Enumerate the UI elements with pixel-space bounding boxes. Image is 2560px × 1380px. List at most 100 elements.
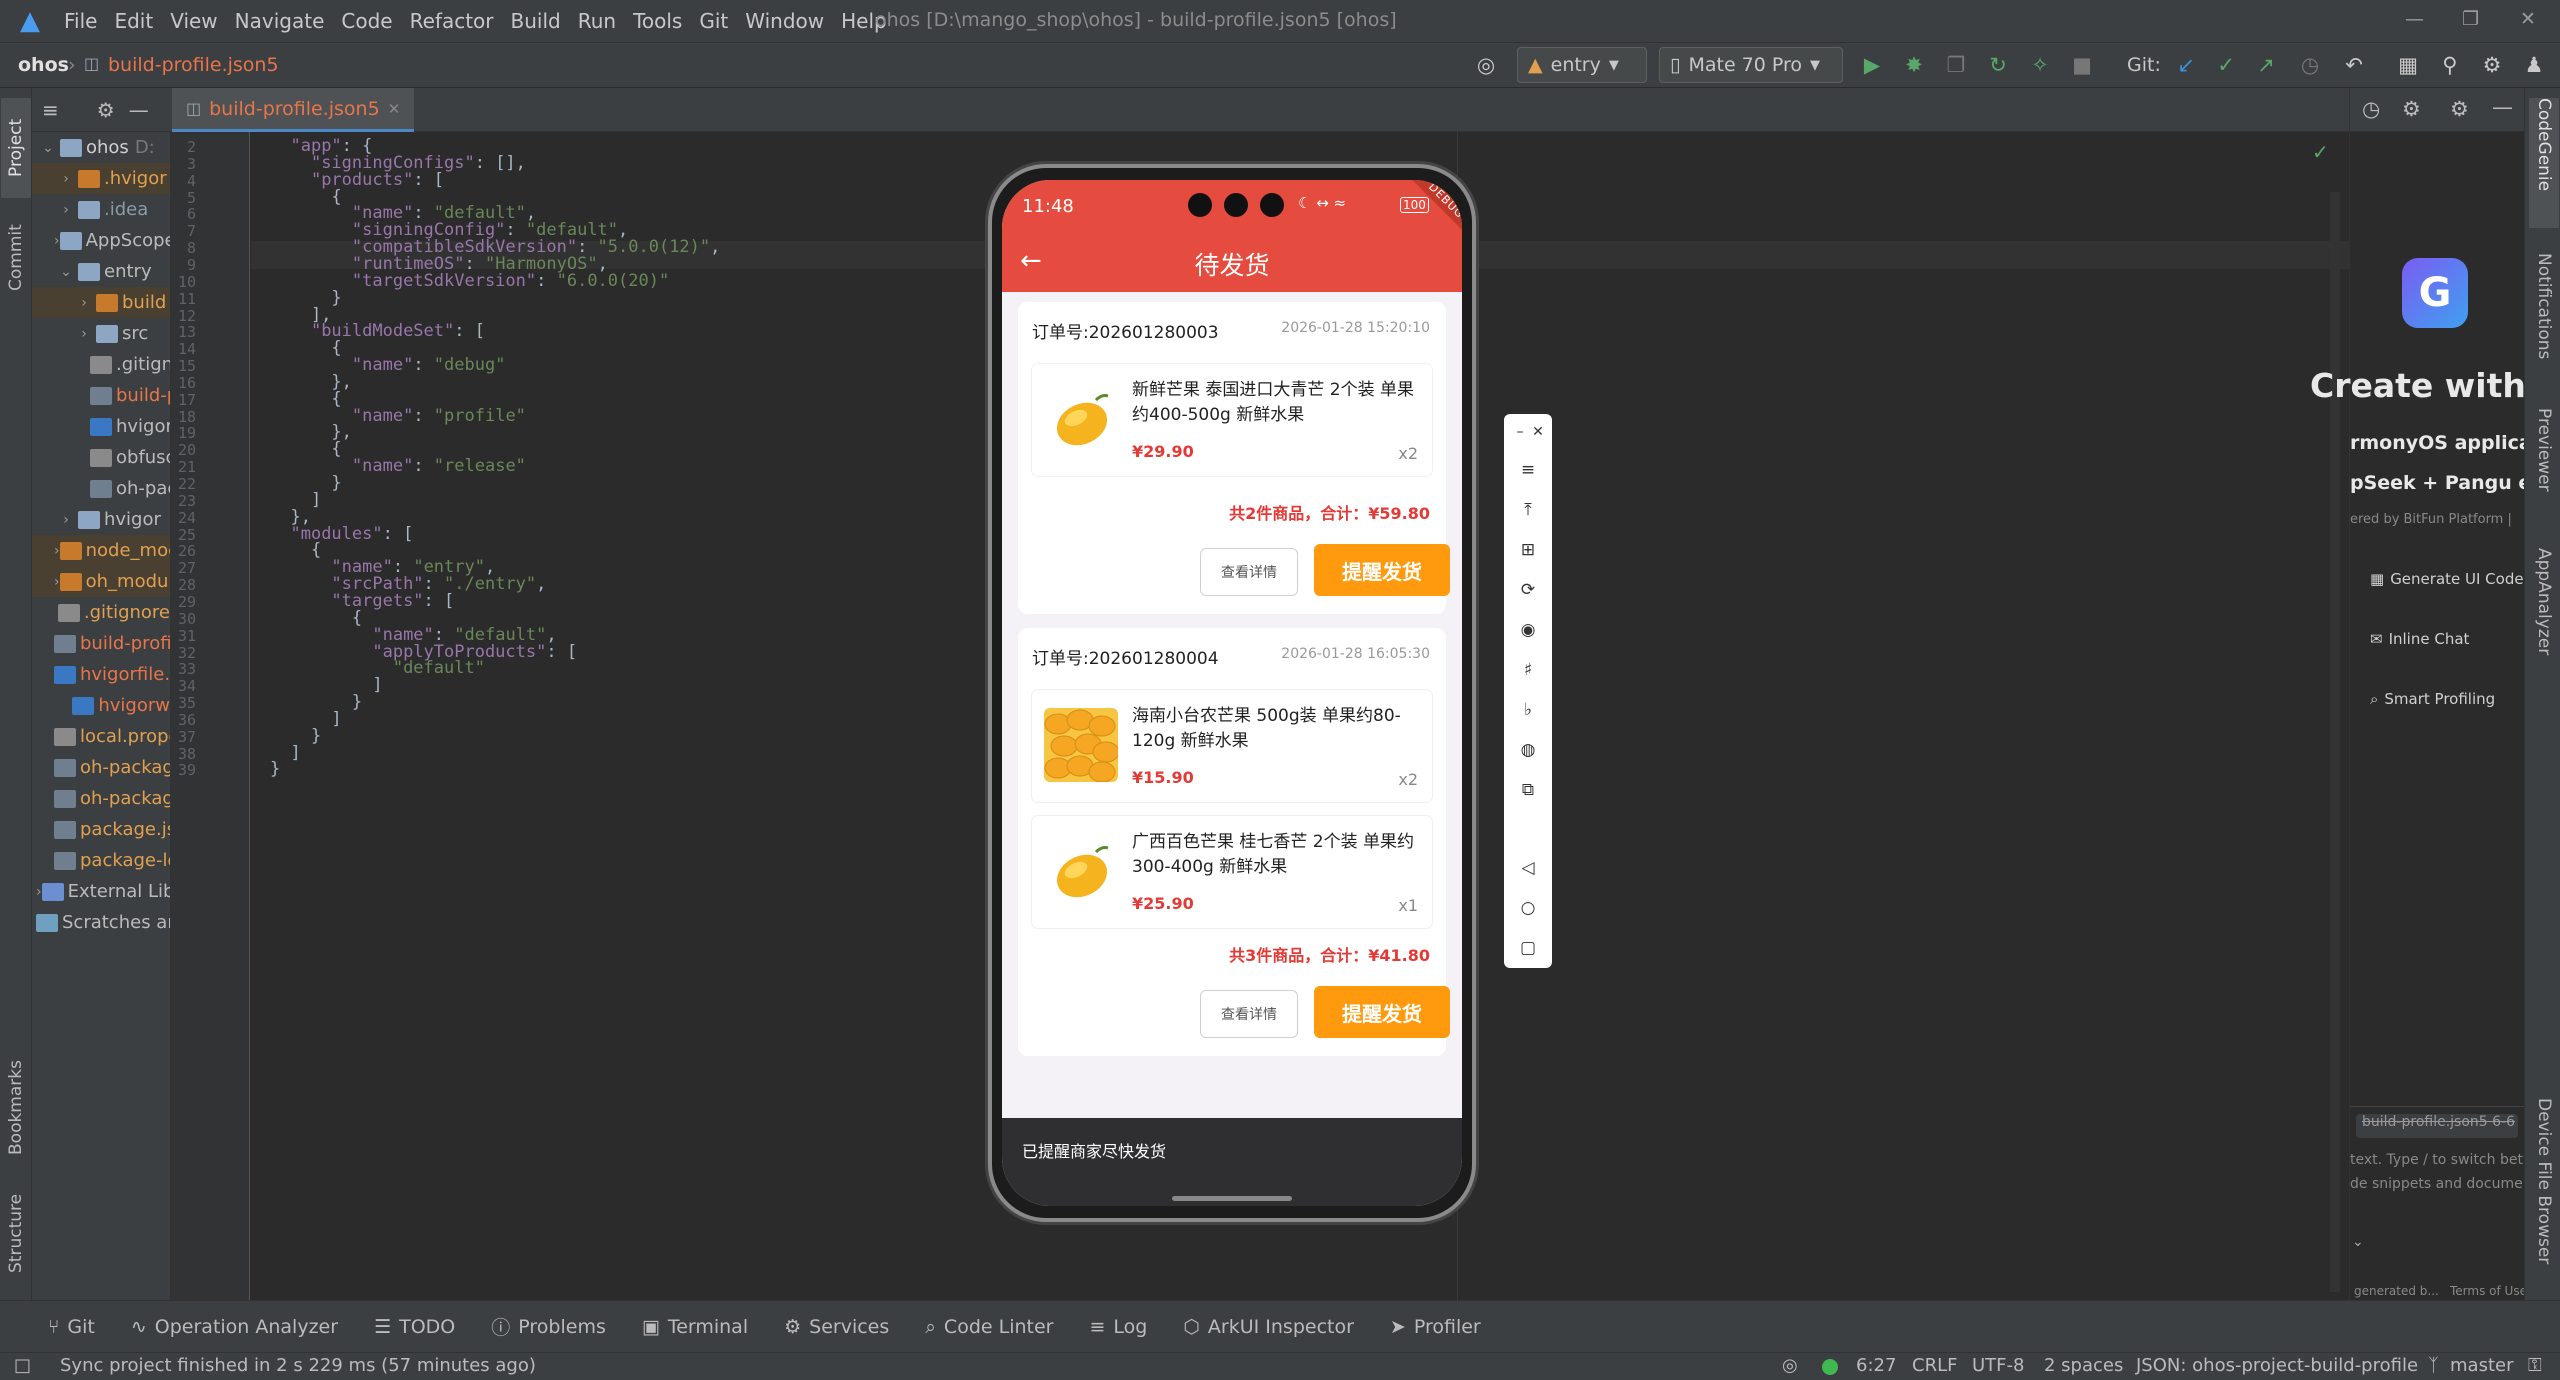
tree-item[interactable]: Scratches and Consoles xyxy=(32,907,170,938)
options-gear-icon[interactable]: ⚙ xyxy=(97,98,115,122)
lock-icon[interactable]: ⚿ xyxy=(2528,1355,2542,1376)
tree-item[interactable]: .gitignore xyxy=(32,349,170,380)
collapse-all-icon[interactable]: ≡ xyxy=(42,98,59,122)
chevron-down-icon[interactable]: ⌄ xyxy=(54,264,78,280)
tab-device-file-browser[interactable]: Device File Browser xyxy=(2529,1098,2559,1288)
code-line[interactable]: } xyxy=(270,759,280,779)
indent-setting[interactable]: 2 spaces xyxy=(2044,1355,2123,1376)
search-icon[interactable]: ⚲ xyxy=(2436,51,2464,79)
chevron-right-icon[interactable]: › xyxy=(54,543,60,559)
menu-build[interactable]: Build xyxy=(511,9,561,33)
screenshot-crop-icon[interactable]: ⊞ xyxy=(1516,538,1540,562)
rotate-icon[interactable]: ⟳ xyxy=(1516,578,1540,602)
tool-terminal[interactable]: ▣ Terminal xyxy=(642,1316,748,1338)
apply-changes-icon[interactable]: ↻ xyxy=(1984,51,2012,79)
chevron-right-icon[interactable]: › xyxy=(54,171,78,187)
tool-log[interactable]: ≡ Log xyxy=(1089,1316,1147,1338)
tree-item[interactable]: › src xyxy=(32,318,170,349)
menu-window[interactable]: Window xyxy=(745,9,824,33)
tab-bookmarks[interactable]: Bookmarks xyxy=(1,1048,31,1168)
menu-git[interactable]: Git xyxy=(699,9,728,33)
chevron-right-icon[interactable]: › xyxy=(72,326,96,342)
history-icon[interactable]: ◷ xyxy=(2362,97,2380,121)
debug-icon[interactable]: ✸ xyxy=(1900,51,1928,79)
close-icon[interactable]: ✕ xyxy=(1526,420,1550,444)
project-structure-icon[interactable]: ▦ xyxy=(2394,51,2422,79)
tree-item[interactable]: obfuscation-rules.txt xyxy=(32,442,170,473)
hide-panel-icon[interactable]: — xyxy=(2492,95,2513,119)
device-selector[interactable]: ▯ Mate 70 Pro ▼ xyxy=(1659,47,1843,83)
menu-file[interactable]: File xyxy=(64,9,97,33)
tree-item[interactable]: oh-package.json5 xyxy=(32,473,170,504)
nav-back-icon[interactable]: ◁ xyxy=(1516,856,1540,880)
home-indicator[interactable] xyxy=(1172,1196,1292,1201)
footer-terms-link[interactable]: Terms of Use xyxy=(2450,1284,2527,1298)
json-schema[interactable]: JSON: ohos-project-build-profile xyxy=(2136,1355,2418,1376)
tool-operation-analyzer[interactable]: ∿ Operation Analyzer xyxy=(131,1316,338,1338)
nav-home-icon[interactable]: ○ xyxy=(1516,896,1540,920)
menu-run[interactable]: Run xyxy=(578,9,616,33)
panel-toggle-icon[interactable]: □ xyxy=(14,1355,31,1376)
tree-item[interactable]: › node_modules xyxy=(32,535,170,566)
tool-services[interactable]: ⚙ Services xyxy=(784,1316,889,1338)
menu-navigate[interactable]: Navigate xyxy=(235,9,325,33)
tree-item[interactable]: › AppScope xyxy=(32,225,170,256)
git-push-icon[interactable]: ↗ xyxy=(2252,51,2280,79)
close-tab-icon[interactable]: ✕ xyxy=(388,100,401,118)
goods-item[interactable]: 新鲜芒果 泰国进口大青芒 2个装 单果约400-500g 新鲜水果 ¥29.90 x… xyxy=(1032,364,1432,476)
tool-todo[interactable]: ☰ TODO xyxy=(374,1316,455,1338)
tool-code-linter[interactable]: ⌕ Code Linter xyxy=(925,1316,1053,1338)
expand-chevron-icon[interactable]: ⌄ xyxy=(2352,1234,2364,1250)
breadcrumb-project[interactable]: ohos xyxy=(18,54,69,76)
nav-recent-icon[interactable]: ▢ xyxy=(1516,936,1540,960)
hide-panel-icon[interactable]: — xyxy=(129,98,149,122)
remind-ship-button[interactable]: 提醒发货 xyxy=(1314,544,1450,596)
tab-project[interactable]: Project xyxy=(1,98,31,198)
user-account-icon[interactable]: ♟ xyxy=(2520,51,2548,79)
menu-view[interactable]: View xyxy=(170,9,217,33)
close-window-icon[interactable]: ✕ xyxy=(2520,8,2536,30)
phone-screen[interactable]: 11:48 ☾ ↔ ≈ 100 DEBUG ← 待发货 订单号:20260128… xyxy=(1002,180,1462,1206)
tree-item[interactable]: › .hvigor xyxy=(32,163,170,194)
tree-item[interactable]: package-lock.json xyxy=(32,845,170,876)
attach-debugger-icon[interactable]: ❐ xyxy=(1942,51,1970,79)
tree-item[interactable]: › hvigor xyxy=(32,504,170,535)
tab-notifications[interactable]: Notifications xyxy=(2529,253,2559,383)
view-detail-button[interactable]: 查看详情 xyxy=(1200,990,1298,1038)
menu-edit[interactable]: Edit xyxy=(114,9,153,33)
tree-item[interactable]: hvigorfile.ts xyxy=(32,659,170,690)
tree-item[interactable]: hvigorfile.ts xyxy=(32,411,170,442)
git-history-icon[interactable]: ◷ xyxy=(2296,51,2324,79)
tab-codegenie[interactable]: CodeGenie xyxy=(2529,98,2559,228)
view-detail-button[interactable]: 查看详情 xyxy=(1200,548,1298,596)
tree-item[interactable]: › .idea xyxy=(32,194,170,225)
git-branch[interactable]: master xyxy=(2450,1355,2513,1376)
breadcrumb-file[interactable]: build-profile.json5 xyxy=(108,54,279,76)
tab-build-profile[interactable]: ◫ build-profile.json5 ✕ xyxy=(172,88,415,132)
tree-item[interactable]: ⌄ entry xyxy=(32,256,170,287)
tree-item[interactable]: package.json xyxy=(32,814,170,845)
volume-up-icon[interactable]: ♯ xyxy=(1516,658,1540,682)
chevron-right-icon[interactable]: › xyxy=(54,233,60,249)
location-icon[interactable]: ◉ xyxy=(1516,618,1540,642)
rollback-icon[interactable]: ↶ xyxy=(2340,51,2368,79)
tab-commit[interactable]: Commit xyxy=(1,208,31,308)
pin-top-icon[interactable]: ⤒ xyxy=(1516,498,1540,522)
line-separator[interactable]: CRLF xyxy=(1912,1355,1957,1376)
run-icon[interactable]: ▶ xyxy=(1858,51,1886,79)
git-update-icon[interactable]: ↙ xyxy=(2172,51,2200,79)
editor-scrollbar[interactable] xyxy=(2330,192,2340,1292)
chevron-right-icon[interactable]: › xyxy=(36,884,42,900)
profile-icon[interactable]: ✧ xyxy=(2026,51,2054,79)
tree-item[interactable]: local.properties xyxy=(32,721,170,752)
tool-profiler[interactable]: ➤ Profiler xyxy=(1390,1316,1481,1338)
tree-item[interactable]: ⌄ ohos D: xyxy=(32,132,170,163)
options-gear-icon[interactable]: ⚙ xyxy=(2450,97,2469,121)
menu-code[interactable]: Code xyxy=(341,9,392,33)
chevron-right-icon[interactable]: › xyxy=(72,295,96,311)
stop-icon[interactable]: ■ xyxy=(2068,51,2096,79)
menu-refactor[interactable]: Refactor xyxy=(410,9,494,33)
tab-appanalyzer[interactable]: AppAnalyzer xyxy=(2529,548,2559,678)
multi-window-icon[interactable]: ⧉ xyxy=(1516,778,1540,802)
goods-item[interactable]: 海南小台农芒果 500g装 单果约80-120g 新鲜水果 ¥15.90 x2 xyxy=(1032,690,1432,802)
